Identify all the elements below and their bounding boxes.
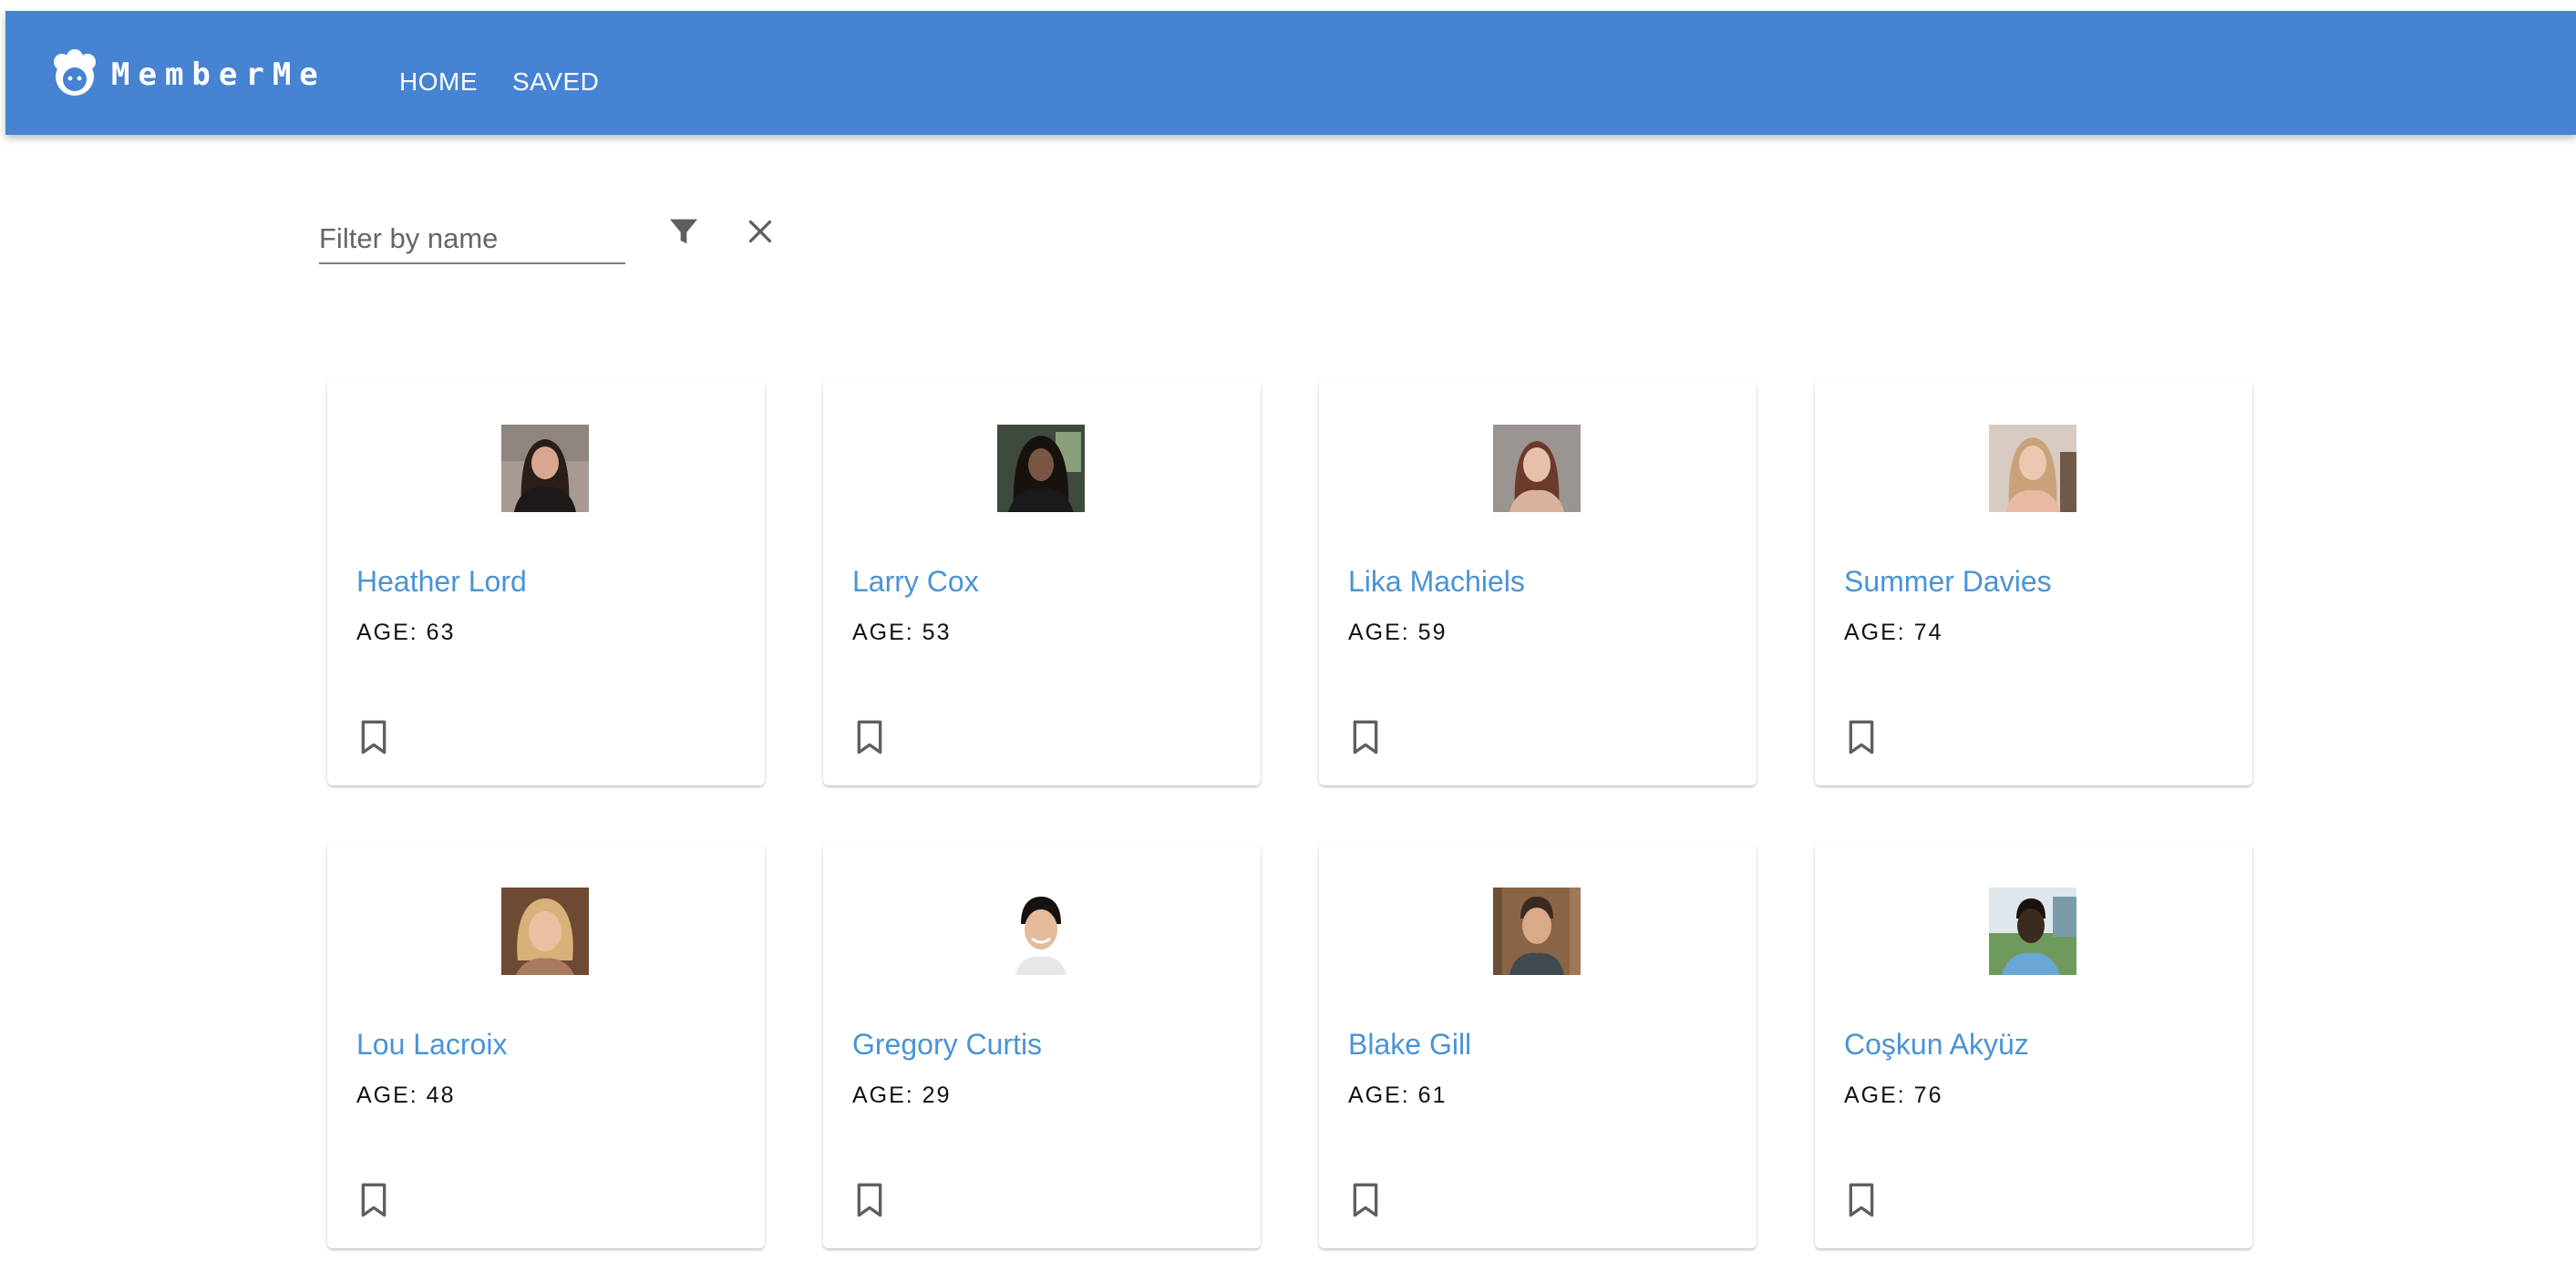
filter-button[interactable] — [658, 206, 709, 257]
member-name[interactable]: Lou Lacroix — [356, 1028, 507, 1062]
bookmark-button[interactable] — [1839, 714, 1884, 760]
avatar — [1989, 888, 2076, 975]
member-card: Gregory Curtis AGE: 29 — [823, 844, 1261, 1248]
member-age: AGE: 48 — [356, 1083, 456, 1108]
member-name[interactable]: Coşkun Akyüz — [1844, 1028, 2029, 1062]
member-name[interactable]: Gregory Curtis — [852, 1028, 1042, 1062]
nav-home[interactable]: HOME — [399, 67, 478, 97]
avatar — [997, 888, 1085, 975]
bookmark-icon — [1849, 1183, 1874, 1217]
bookmark-button[interactable] — [1343, 1177, 1388, 1223]
logo[interactable]: MemberMe — [49, 49, 326, 100]
member-card: Larry Cox AGE: 53 — [823, 381, 1261, 785]
avatar — [1989, 425, 2076, 512]
app-bar: MemberMe HOME SAVED — [5, 11, 2576, 135]
avatar — [1493, 425, 1581, 512]
bookmark-icon — [361, 720, 386, 754]
member-name[interactable]: Summer Davies — [1844, 565, 2052, 599]
bookmark-button[interactable] — [847, 714, 892, 760]
clear-filter-button[interactable] — [735, 206, 786, 257]
filter-field — [319, 211, 625, 264]
bookmark-button[interactable] — [1343, 714, 1388, 760]
member-card: Lika Machiels AGE: 59 — [1319, 381, 1757, 785]
member-name[interactable]: Lika Machiels — [1348, 565, 1525, 599]
logo-text: MemberMe — [111, 56, 326, 93]
member-card: Coşkun Akyüz AGE: 76 — [1815, 844, 2252, 1248]
member-age: AGE: 53 — [852, 620, 952, 645]
member-age: AGE: 29 — [852, 1083, 952, 1108]
member-name[interactable]: Heather Lord — [356, 565, 527, 599]
bookmark-button[interactable] — [1839, 1177, 1884, 1223]
close-icon — [748, 220, 772, 243]
avatar — [997, 425, 1085, 512]
bookmark-icon — [857, 1183, 882, 1217]
logo-icon — [54, 49, 96, 96]
member-age: AGE: 63 — [356, 620, 456, 645]
avatar — [501, 425, 589, 512]
member-age: AGE: 61 — [1348, 1083, 1448, 1108]
avatar — [1493, 888, 1581, 975]
filter-icon — [670, 219, 697, 244]
bookmark-icon — [361, 1183, 386, 1217]
main-nav: HOME SAVED — [399, 67, 599, 97]
bookmark-button[interactable] — [351, 1177, 397, 1223]
nav-saved[interactable]: SAVED — [512, 67, 599, 97]
avatar — [501, 888, 589, 975]
member-card: Lou Lacroix AGE: 48 — [327, 844, 765, 1248]
bookmark-icon — [1353, 1183, 1378, 1217]
member-card: Blake Gill AGE: 61 — [1319, 844, 1757, 1248]
filter-by-name-input[interactable] — [319, 211, 625, 262]
member-card: Heather Lord AGE: 63 — [327, 381, 765, 785]
member-name[interactable]: Blake Gill — [1348, 1028, 1471, 1062]
bookmark-icon — [1849, 720, 1874, 754]
member-age: AGE: 76 — [1844, 1083, 1943, 1108]
bookmark-icon — [857, 720, 882, 754]
member-age: AGE: 74 — [1844, 620, 1943, 645]
member-name[interactable]: Larry Cox — [852, 565, 979, 599]
bookmark-button[interactable] — [847, 1177, 892, 1223]
member-card: Summer Davies AGE: 74 — [1815, 381, 2252, 785]
bookmark-icon — [1353, 720, 1378, 754]
member-age: AGE: 59 — [1348, 620, 1448, 645]
bookmark-button[interactable] — [351, 714, 397, 760]
